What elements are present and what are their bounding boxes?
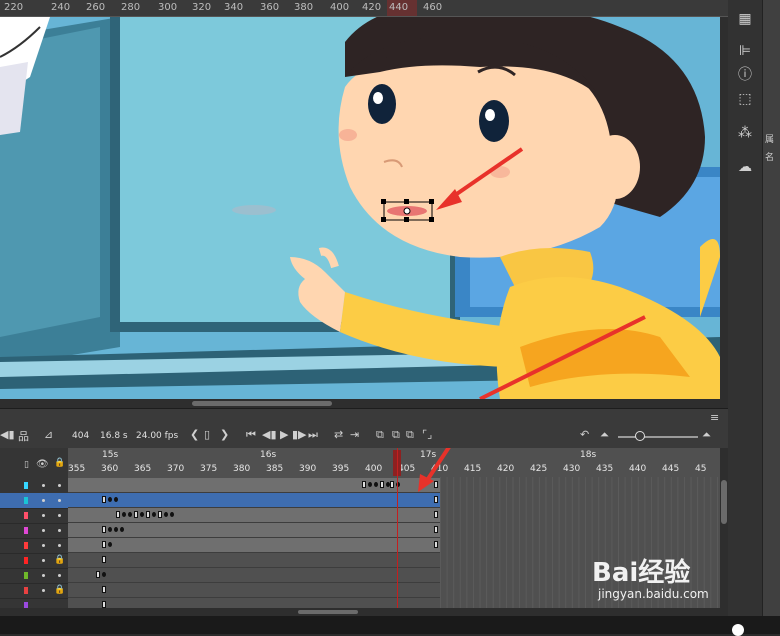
lock-icon[interactable]: 🔒: [54, 555, 65, 565]
layer-row[interactable]: [0, 538, 68, 554]
ruler-label: 320: [192, 2, 212, 13]
swatches-icon[interactable]: ▦: [736, 10, 754, 28]
layer-row[interactable]: [0, 568, 68, 584]
step-forward-icon[interactable]: ▮▶: [292, 428, 307, 441]
layer-row[interactable]: 🔒: [0, 553, 68, 569]
cartoon-scene: [0, 17, 720, 399]
outline-toggle-icon[interactable]: ▯: [24, 460, 29, 470]
timeline-horizontal-scrollbar[interactable]: [0, 608, 728, 616]
zoom-slider[interactable]: [618, 436, 698, 438]
layer-depth-icon[interactable]: 品: [18, 428, 29, 444]
ruler-label: 260: [86, 2, 106, 13]
ruler-label: 420: [362, 2, 382, 13]
prev-keyframe-icon[interactable]: ❮: [190, 428, 199, 441]
taskbar: [0, 616, 780, 634]
transform-icon[interactable]: ⬚: [736, 90, 754, 108]
scroll-thumb[interactable]: [192, 401, 332, 406]
stage-horizontal-scrollbar[interactable]: [0, 399, 728, 408]
components-icon[interactable]: ⁂: [736, 124, 754, 142]
stage-canvas[interactable]: [0, 17, 720, 399]
edit-multiple-icon[interactable]: ⧉: [406, 428, 414, 442]
layer-row[interactable]: [0, 508, 68, 524]
layer-row[interactable]: 🔒: [0, 583, 68, 599]
chat-bubble-icon[interactable]: [732, 624, 744, 636]
lock-column-icon[interactable]: 🔒: [54, 458, 65, 468]
watermark-url: jingyan.baidu.com: [598, 587, 709, 601]
cc-libraries-icon[interactable]: ☁: [736, 158, 754, 176]
info-icon[interactable]: ⓘ: [736, 66, 754, 84]
ruler-label: 440: [389, 2, 409, 13]
fps-field[interactable]: 24.00 fps: [136, 431, 178, 441]
onion-outline-icon[interactable]: ⧉: [392, 428, 400, 442]
undo-icon[interactable]: ↶: [580, 428, 589, 441]
ruler-label: 220: [4, 2, 24, 13]
last-frame-icon[interactable]: ⏭: [308, 428, 318, 442]
panel-icon-column: ▦ ⊫ ⓘ ⬚ ⁂ ☁: [728, 0, 763, 634]
timeline-toolbar: ≡ ◀▮ 品 ⊿ 404 16.8 s 24.00 fps ❮ ▯ ❯ ⏮ ◀▮…: [0, 408, 728, 449]
loop-icon[interactable]: ⇄: [334, 428, 343, 441]
ruler-label: 360: [260, 2, 280, 13]
right-panel: ▦ ⊫ ⓘ ⬚ ⁂ ☁ 属 名: [728, 0, 780, 634]
layers-panel: ▯ 👁 🔒 🔒 🔒: [0, 448, 69, 614]
onion-range-icon[interactable]: ⌜⌟: [422, 428, 432, 441]
next-keyframe-icon[interactable]: ❯: [220, 428, 229, 441]
stage-ruler: 220 240 260 280 300 320 340 360 380 400 …: [0, 0, 728, 17]
side-label: 属: [765, 135, 775, 145]
stage-vertical-scrollbar[interactable]: [720, 17, 728, 399]
layer-row[interactable]: [0, 523, 68, 539]
baidu-watermark: Bai经验 jingyan.baidu.com: [592, 560, 742, 602]
visibility-column-icon[interactable]: 👁: [36, 459, 49, 470]
first-frame-icon[interactable]: ⏮: [246, 428, 256, 442]
properties-strip: 属 名: [763, 0, 780, 634]
zoom-slider-knob[interactable]: [635, 431, 645, 441]
ruler-label: 460: [423, 2, 443, 13]
panel-menu-icon[interactable]: ≡: [710, 411, 719, 424]
scroll-thumb[interactable]: [721, 480, 727, 524]
center-frame-icon[interactable]: ⇥: [350, 428, 359, 441]
ruler-label: 380: [294, 2, 314, 13]
play-icon[interactable]: ▶: [280, 428, 288, 441]
lock-icon[interactable]: 🔒: [54, 585, 65, 595]
scroll-thumb[interactable]: [298, 610, 358, 614]
current-frame-field[interactable]: 404: [72, 431, 89, 441]
ruler-label: 340: [224, 2, 244, 13]
watermark-logo: Bai经验: [592, 558, 691, 588]
layer-row-selected[interactable]: [0, 493, 68, 509]
ruler-label: 280: [121, 2, 141, 13]
ruler-label: 300: [158, 2, 178, 13]
graph-icon[interactable]: ⊿: [44, 428, 53, 441]
insert-keyframe-icon[interactable]: ▯: [204, 428, 210, 441]
elapsed-time-field[interactable]: 16.8 s: [100, 431, 128, 441]
ruler-label: 400: [330, 2, 350, 13]
side-label: 名: [765, 153, 775, 163]
layer-row[interactable]: [0, 478, 68, 494]
onion-skin-icon[interactable]: ⧉: [376, 428, 384, 442]
ruler-label: 240: [51, 2, 71, 13]
align-icon[interactable]: ⊫: [736, 42, 754, 60]
zoom-out-icon[interactable]: ⏶: [600, 428, 609, 442]
zoom-in-icon[interactable]: ⏶: [702, 428, 711, 442]
step-back-icon[interactable]: ◀▮: [262, 428, 277, 441]
camera-icon[interactable]: ◀▮: [0, 428, 15, 441]
